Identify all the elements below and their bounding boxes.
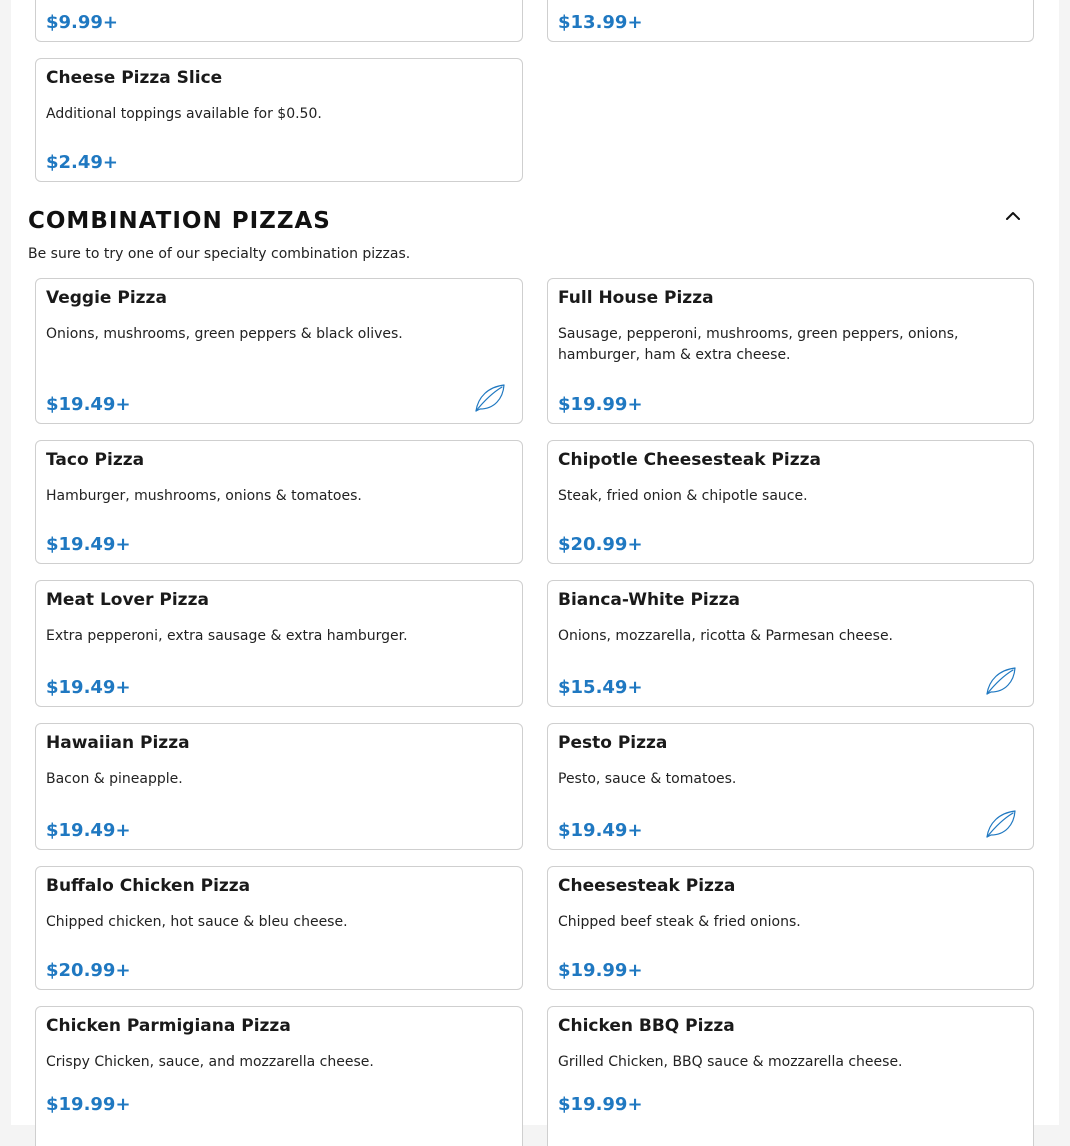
item-price: $20.99+ xyxy=(46,960,131,981)
leaf-icon xyxy=(474,383,506,413)
section-title: COMBINATION PIZZAS xyxy=(28,208,331,234)
section-subtitle: Be sure to try one of our specialty comb… xyxy=(28,246,411,262)
menu-item-card[interactable]: Chipotle Cheesesteak Pizza Steak, fried o… xyxy=(547,440,1034,564)
item-price: $19.49+ xyxy=(46,534,131,555)
item-description: Additional toppings available for $0.50. xyxy=(46,106,322,122)
menu-item-card[interactable]: $13.99+ xyxy=(547,0,1034,42)
item-price: $2.49+ xyxy=(46,152,119,173)
menu-item-card[interactable]: Meat Lover Pizza Extra pepperoni, extra s… xyxy=(35,580,523,707)
item-name: Meat Lover Pizza xyxy=(46,590,209,610)
menu-item-card[interactable]: Bianca-White Pizza Onions, mozzarella, ri… xyxy=(547,580,1034,707)
item-description: Onions, mozzarella, ricotta & Parmesan c… xyxy=(558,628,894,644)
item-price: $19.49+ xyxy=(46,820,131,841)
item-name: Full House Pizza xyxy=(558,288,714,308)
item-description: Chipped beef steak & fried onions. xyxy=(558,914,801,930)
item-name: Hawaiian Pizza xyxy=(46,733,190,753)
item-description: Extra pepperoni, extra sausage & extra h… xyxy=(46,628,408,644)
item-description: Pesto, sauce & tomatoes. xyxy=(558,771,737,787)
menu-item-card[interactable]: Chicken BBQ Pizza Grilled Chicken, BBQ sa… xyxy=(547,1006,1034,1146)
menu-item-card[interactable]: Cheesesteak Pizza Chipped beef steak & fr… xyxy=(547,866,1034,990)
menu-item-card[interactable]: Buffalo Chicken Pizza Chipped chicken, ho… xyxy=(35,866,523,990)
item-name: Bianca-White Pizza xyxy=(558,590,741,610)
item-price: $19.49+ xyxy=(46,677,131,698)
item-name: Taco Pizza xyxy=(46,450,145,470)
item-name: Chicken BBQ Pizza xyxy=(558,1016,735,1036)
item-price: $15.49+ xyxy=(558,677,643,698)
item-price: $19.99+ xyxy=(558,394,643,415)
item-name: Pesto Pizza xyxy=(558,733,668,753)
menu-item-card[interactable]: Hawaiian Pizza Bacon & pineapple. $19.49+ xyxy=(35,723,523,850)
menu-item-card[interactable]: Taco Pizza Hamburger, mushrooms, onions &… xyxy=(35,440,523,564)
item-price: $19.99+ xyxy=(46,1094,131,1115)
item-description: Chipped chicken, hot sauce & bleu cheese… xyxy=(46,914,348,930)
item-description: Steak, fried onion & chipotle sauce. xyxy=(558,488,808,504)
menu-item-card[interactable]: Cheese Pizza Slice Additional toppings a… xyxy=(35,58,523,182)
item-price: $9.99+ xyxy=(46,12,119,33)
item-description: Sausage, pepperoni, mushrooms, green pep… xyxy=(558,326,959,363)
leaf-icon xyxy=(985,809,1017,839)
menu-item-card[interactable]: Veggie Pizza Onions, mushrooms, green pep… xyxy=(35,278,523,424)
menu-item-card[interactable]: Pesto Pizza Pesto, sauce & tomatoes. $19.4… xyxy=(547,723,1034,850)
menu-item-card[interactable]: Chicken Parmigiana Pizza Crispy Chicken, … xyxy=(35,1006,523,1146)
item-price: $13.99+ xyxy=(558,12,643,33)
menu-item-card[interactable]: $9.99+ xyxy=(35,0,523,42)
item-name: Veggie Pizza xyxy=(46,288,167,308)
chevron-up-icon xyxy=(1006,212,1020,220)
item-price: $19.49+ xyxy=(558,820,643,841)
item-price: $19.49+ xyxy=(46,394,131,415)
item-name: Cheesesteak Pizza xyxy=(558,876,736,896)
item-price: $19.99+ xyxy=(558,1094,643,1115)
leaf-icon xyxy=(985,666,1017,696)
item-description: Hamburger, mushrooms, onions & tomatoes. xyxy=(46,488,362,504)
item-description: Bacon & pineapple. xyxy=(46,771,183,787)
item-name: Cheese Pizza Slice xyxy=(46,68,223,88)
item-name: Chicken Parmigiana Pizza xyxy=(46,1016,291,1036)
item-price: $20.99+ xyxy=(558,534,643,555)
collapse-section-button[interactable] xyxy=(1003,206,1023,226)
item-name: Chipotle Cheesesteak Pizza xyxy=(558,450,821,470)
menu-item-card[interactable]: Full House Pizza Sausage, pepperoni, mush… xyxy=(547,278,1034,424)
item-description: Grilled Chicken, BBQ sauce & mozzarella … xyxy=(558,1054,903,1070)
item-description: Onions, mushrooms, green peppers & black… xyxy=(46,326,403,342)
item-description: Crispy Chicken, sauce, and mozzarella ch… xyxy=(46,1054,374,1070)
item-name: Buffalo Chicken Pizza xyxy=(46,876,251,896)
item-price: $19.99+ xyxy=(558,960,643,981)
